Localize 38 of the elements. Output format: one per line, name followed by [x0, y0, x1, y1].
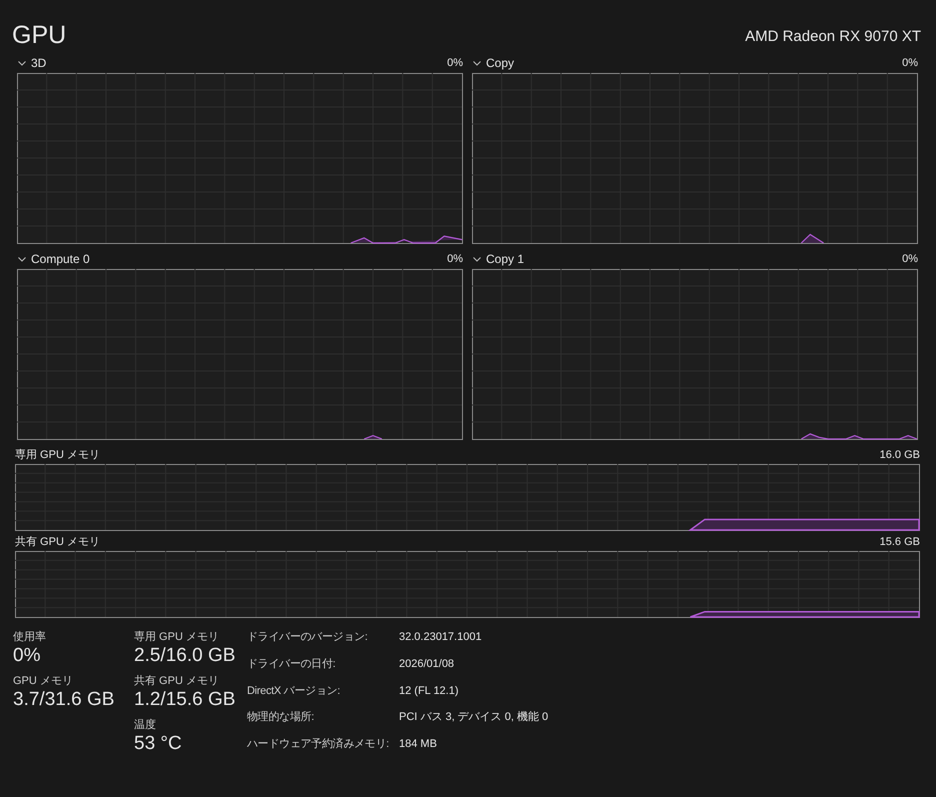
stat-label: 温度 [134, 718, 157, 732]
stat-value: 3.7/31.6 GB [13, 688, 116, 712]
chevron-icon[interactable] [18, 256, 26, 262]
detail-value: 32.0.23017.1001 [399, 630, 482, 645]
detail-label: DirectX バージョン: [247, 684, 340, 699]
engine-reading: 0% [902, 56, 918, 71]
stat-value: 0% [13, 644, 42, 668]
engine-label[interactable]: 3D [31, 54, 46, 72]
device-name: AMD Radeon RX 9070 XT [745, 26, 921, 46]
stat-label: 使用率 [13, 630, 47, 644]
stat-label: GPU メモリ [13, 674, 74, 688]
engine-reading: 0% [902, 252, 918, 267]
engine-reading: 0% [447, 252, 463, 267]
detail-value: 12 (FL 12.1) [399, 684, 459, 699]
stat-label: 共有 GPU メモリ [134, 674, 220, 688]
detail-label: ドライバーの日付: [247, 656, 336, 672]
engine-label[interactable]: Compute 0 [31, 250, 90, 268]
memory-reading: 15.6 GB [880, 534, 920, 550]
detail-label: ハードウェア予約済みメモリ: [247, 736, 389, 752]
memory-label: 専用 GPU メモリ [15, 448, 100, 463]
chevron-icon[interactable] [18, 60, 26, 66]
page-title: GPU [12, 23, 66, 48]
engine-label[interactable]: Copy 1 [486, 250, 524, 268]
detail-value: 184 MB [399, 737, 437, 752]
detail-label: 物理的な場所: [247, 710, 314, 726]
chevron-icon[interactable] [473, 256, 481, 262]
memory-reading: 16.0 GB [880, 448, 920, 463]
engine-reading: 0% [447, 56, 463, 71]
memory-label: 共有 GPU メモリ [15, 534, 100, 550]
stat-label: 専用 GPU メモリ [134, 630, 220, 644]
stat-value: 2.5/16.0 GB [134, 644, 236, 668]
stat-value: 1.2/15.6 GB [134, 688, 236, 712]
chevron-icon[interactable] [473, 60, 481, 66]
detail-value: 2026/01/08 [399, 656, 454, 672]
detail-value: PCI バス 3, デバイス 0, 機能 0 [399, 710, 548, 726]
stat-value: 53 °C [134, 732, 183, 756]
detail-label: ドライバーのバージョン: [247, 630, 368, 645]
engine-label[interactable]: Copy [486, 54, 514, 72]
